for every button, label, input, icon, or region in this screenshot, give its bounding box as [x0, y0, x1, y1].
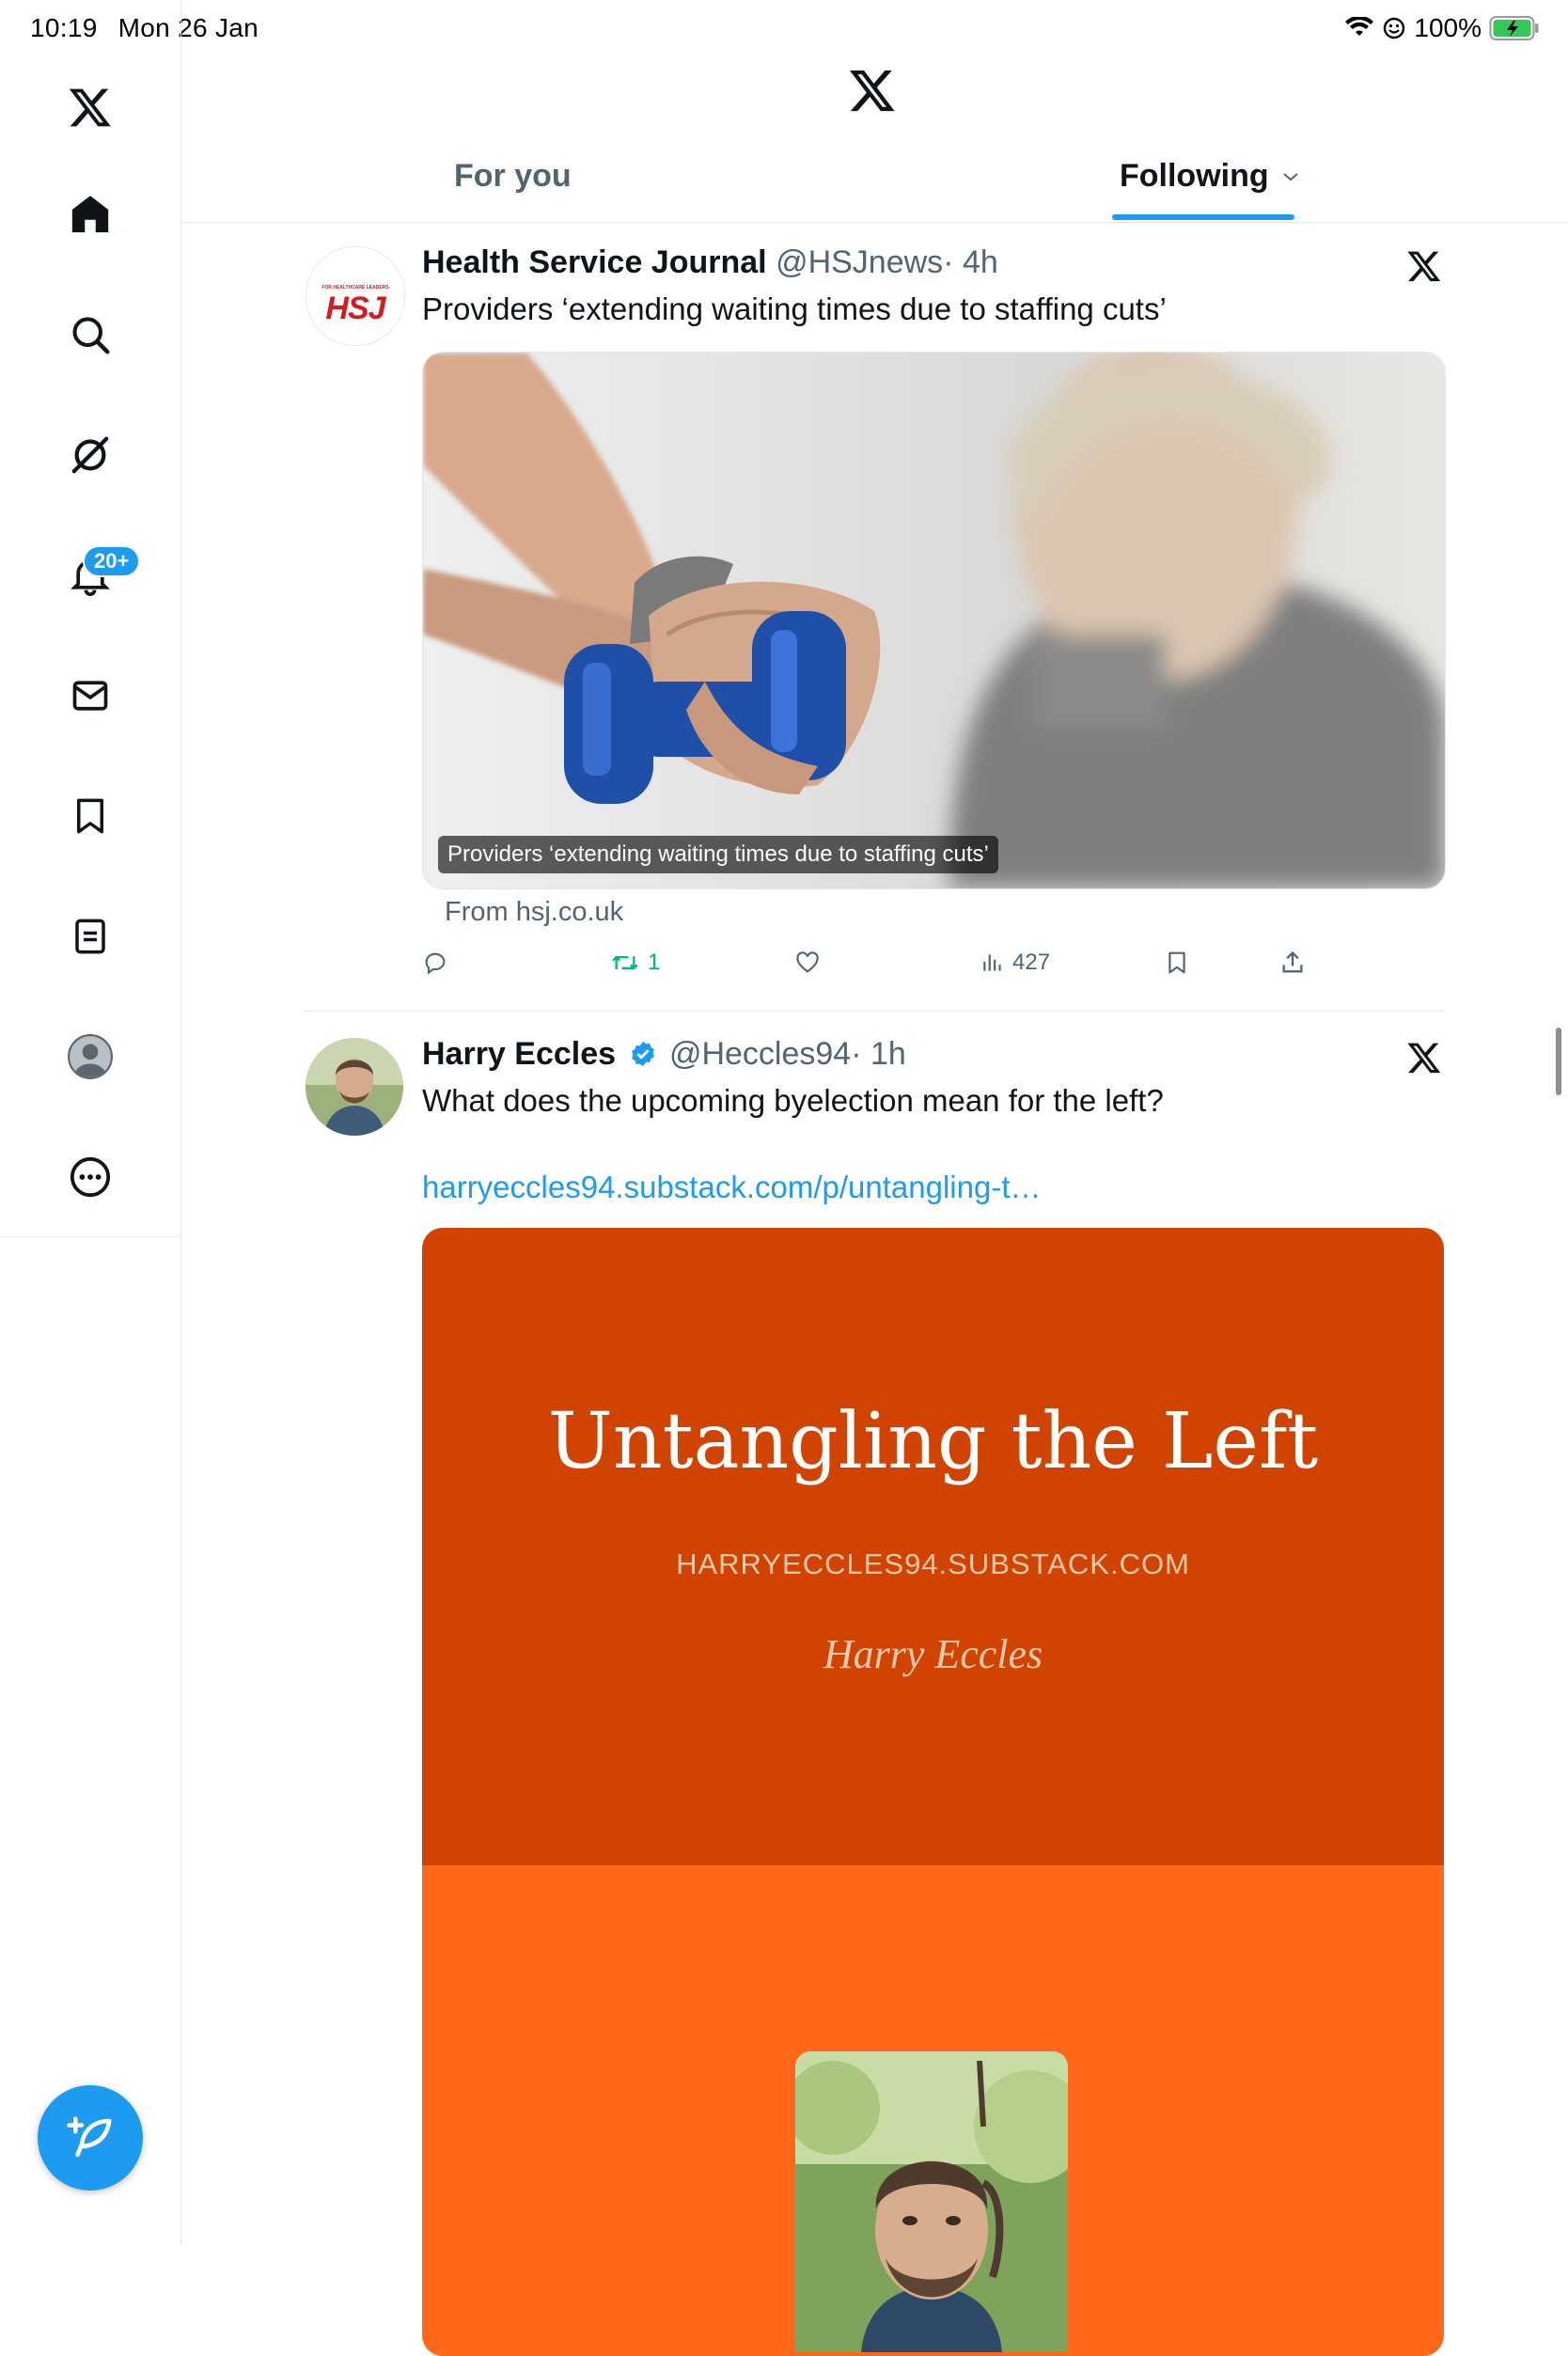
chevron-down-icon[interactable]: [1282, 171, 1299, 182]
tab-following[interactable]: Following: [1120, 158, 1299, 195]
card-title: Untangling the Left: [547, 1397, 1319, 1486]
card-domain: HARRYECCLES94.SUBSTACK.COM: [676, 1547, 1190, 1580]
tab-for-you[interactable]: For you: [454, 158, 572, 195]
author-photo: [795, 2051, 1068, 2352]
x-logo-icon[interactable]: [53, 70, 128, 145]
tweet-time: · 1h: [851, 1036, 906, 1072]
home-icon[interactable]: [53, 177, 128, 252]
views-count: 427: [1012, 950, 1051, 975]
bookmark-icon: [1168, 951, 1185, 974]
views-button[interactable]: 427: [980, 950, 1050, 976]
bookmarks-icon[interactable]: [53, 778, 128, 854]
timeline-tabs: For you Following: [181, 141, 1568, 223]
avatar[interactable]: [306, 1038, 403, 1136]
wifi-icon: [1344, 17, 1374, 39]
media-caption: Providers ‘extending waiting times due t…: [438, 836, 998, 873]
focus-smiley-icon: [1382, 16, 1406, 40]
avatar[interactable]: FOR HEALTHCARE LEADERS HSJ: [306, 246, 405, 346]
share-icon: [1282, 950, 1303, 973]
reply-button[interactable]: [422, 950, 448, 976]
battery-percent: 100%: [1414, 13, 1482, 42]
header-x-logo-icon[interactable]: [848, 66, 901, 118]
tweet-text: What does the upcoming byelection mean f…: [422, 1083, 1164, 1118]
reply-icon: [425, 952, 446, 975]
compose-feather-icon: [67, 2116, 112, 2158]
sidebar: 20+: [0, 0, 181, 2245]
repost-icon: [612, 955, 638, 970]
notifications-badge: 20+: [83, 545, 141, 577]
heart-icon: [796, 951, 819, 973]
repost-count: 1: [648, 950, 661, 975]
card-header-panel: Untangling the Left HARRYECCLES94.SUBSTA…: [422, 1228, 1444, 1865]
tweet-hsj[interactable]: FOR HEALTHCARE LEADERS HSJ Health Servic…: [304, 243, 1446, 1013]
compose-button[interactable]: [38, 2085, 143, 2191]
x-logo-icon[interactable]: [1406, 248, 1444, 286]
views-icon: [983, 954, 1001, 971]
messages-icon[interactable]: [53, 658, 128, 733]
author-name[interactable]: Harry Eccles: [422, 1036, 616, 1072]
tweet-link[interactable]: harryeccles94.substack.com/p/untangling-…: [422, 1170, 1042, 1205]
tweet-time: · 4h: [943, 244, 998, 280]
avatar-hsj-text: HSJ: [325, 291, 385, 326]
profile-icon[interactable]: [53, 1019, 128, 1094]
scrollbar[interactable]: [1556, 1028, 1561, 1095]
verified-badge-icon: [629, 1040, 657, 1068]
sidebar-divider: [0, 1236, 180, 1237]
like-button[interactable]: [794, 950, 821, 976]
status-bar-indicators: 100%: [1344, 13, 1540, 43]
card-author: Harry Eccles: [823, 1631, 1043, 1677]
tweet-divider: [304, 1011, 1444, 1012]
link-card-image[interactable]: Providers ‘extending waiting times due t…: [422, 352, 1446, 889]
tweet-text: Providers ‘extending waiting times due t…: [422, 291, 1167, 326]
tweet-header: Harry Eccles @Heccles94· 1h: [422, 1036, 906, 1073]
repost-button[interactable]: 1: [610, 950, 660, 976]
link-source[interactable]: From hsj.co.uk: [445, 897, 623, 928]
x-logo-icon[interactable]: [1406, 1040, 1444, 1077]
tab-following-label: Following: [1120, 158, 1269, 194]
author-name[interactable]: Health Service Journal: [422, 244, 767, 280]
avatar-photo: [306, 1038, 403, 1136]
search-icon[interactable]: [53, 297, 128, 372]
tweet-header: Health Service Journal @HSJnews· 4h: [422, 244, 998, 281]
author-handle[interactable]: @HSJnews: [776, 244, 943, 280]
tweet-harry-eccles[interactable]: Harry Eccles @Heccles94· 1h What does th…: [304, 1034, 1444, 2356]
lists-icon[interactable]: [53, 899, 128, 974]
battery-charging-icon: [1489, 15, 1540, 41]
tweet-actions: 1 427: [422, 950, 1444, 991]
share-button[interactable]: [1279, 950, 1306, 976]
exercise-photo: [423, 353, 1445, 888]
more-icon[interactable]: [53, 1139, 128, 1215]
link-card[interactable]: Untangling the Left HARRYECCLES94.SUBSTA…: [422, 1228, 1444, 2356]
grok-icon[interactable]: [53, 417, 128, 493]
active-tab-indicator: [1112, 214, 1294, 220]
bookmark-button[interactable]: [1165, 950, 1189, 976]
author-handle[interactable]: @Heccles94: [669, 1036, 851, 1072]
